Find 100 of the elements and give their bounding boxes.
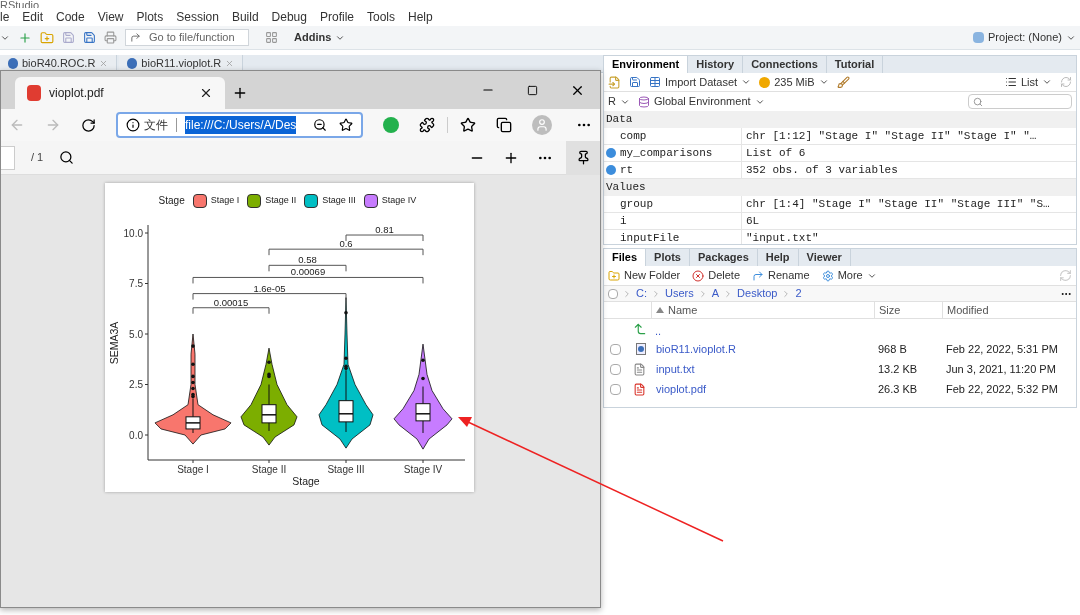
view-mode-button[interactable]: List — [1004, 73, 1052, 91]
save-icon[interactable] — [629, 76, 641, 88]
project-button[interactable]: Project: (None) — [973, 29, 1076, 46]
print-icon[interactable] — [104, 31, 117, 44]
import-dataset-button[interactable]: Import Dataset — [649, 73, 752, 91]
variable-row[interactable]: comp chr [1:12] "Stage I" "Stage II" "Stage I" "… — [604, 128, 1076, 145]
collections-icon[interactable] — [496, 117, 512, 133]
pdf-file-icon — [633, 382, 646, 396]
menu-item[interactable]: Profile — [319, 8, 354, 26]
star-icon[interactable] — [339, 118, 354, 132]
variable-value: 352 obs. of 3 variables — [745, 162, 898, 178]
tab[interactable]: Environment — [604, 56, 689, 73]
menu-item[interactable]: Debug — [271, 8, 307, 26]
gear-icon — [821, 269, 834, 282]
file-size: 968 B — [877, 341, 908, 357]
address-bar[interactable]: 文件 file:///C:/Users/A/Des — [116, 112, 364, 138]
file-action-button[interactable]: New Folder — [608, 267, 681, 284]
path-link[interactable]: 2 — [795, 285, 802, 302]
open-folder-icon[interactable] — [608, 75, 621, 89]
variable-value: List of 6 — [745, 145, 806, 161]
save-icon[interactable] — [62, 31, 75, 44]
file-action-button[interactable]: More — [821, 267, 877, 284]
row-checkbox[interactable] — [610, 363, 621, 375]
path-link[interactable]: Desktop — [737, 285, 778, 302]
memory-usage-button[interactable]: 235 MiB — [759, 73, 829, 91]
environment-dropdown[interactable]: Global Environment — [637, 93, 765, 110]
variable-name: i — [620, 213, 627, 229]
file-link[interactable]: vioplot.pdf — [652, 380, 874, 398]
section-header: Values — [604, 179, 1076, 196]
r-script-icon — [636, 343, 646, 355]
x-tick-label: Stage IV — [403, 464, 443, 475]
pin-icon[interactable] — [566, 140, 600, 175]
column-header[interactable]: Name — [668, 301, 698, 319]
menu-item[interactable]: Plots — [136, 8, 164, 26]
file-link[interactable]: input.txt — [652, 360, 874, 378]
file-modified: Feb 22, 2022, 5:32 PM — [945, 381, 1058, 397]
file-modified: Jun 3, 2021, 11:20 PM — [945, 361, 1056, 377]
menu-item[interactable]: Code — [56, 8, 85, 26]
new-project-icon[interactable] — [18, 30, 32, 45]
p-value-label: 0.00015 — [213, 296, 249, 308]
page-number-field[interactable] — [1, 145, 15, 170]
open-folder-icon[interactable] — [40, 30, 54, 45]
search-icon[interactable] — [59, 150, 75, 165]
y-tick-label: 10.0 — [123, 227, 143, 239]
caret-icon — [818, 77, 829, 87]
path-link[interactable]: Users — [665, 285, 694, 302]
refresh-icon[interactable] — [81, 117, 96, 133]
column-header[interactable]: Size — [879, 303, 901, 316]
file-size: 13.2 KB — [877, 361, 919, 377]
legend-label: Stage I — [210, 193, 240, 207]
language-dropdown[interactable]: R — [608, 93, 630, 110]
zoom-out-icon[interactable] — [313, 118, 328, 132]
info-icon — [126, 118, 140, 132]
path-link[interactable]: A — [711, 285, 720, 302]
grid-icon[interactable] — [265, 31, 278, 44]
file-link[interactable]: bioR11.vioplot.R — [652, 340, 874, 358]
sort-ascending-icon — [656, 307, 664, 313]
search-field[interactable] — [968, 94, 1072, 109]
favorites-icon[interactable] — [460, 117, 476, 133]
tab[interactable]: Files — [604, 249, 647, 266]
variable-row[interactable]: my_comparisons List of 6 — [604, 145, 1076, 162]
close-icon[interactable] — [199, 86, 213, 100]
variable-row[interactable]: i 6L — [604, 213, 1076, 230]
select-all-checkbox[interactable] — [608, 288, 618, 299]
page-count: / 1 — [31, 150, 44, 166]
up-arrow-icon[interactable] — [633, 322, 647, 336]
addins-button[interactable]: Addins — [294, 29, 346, 46]
variable-value: chr [1:12] "Stage I" "Stage II" "Stage I" "… — [745, 128, 1037, 144]
column-header[interactable]: Modified — [947, 303, 989, 316]
puzzle-icon[interactable] — [419, 117, 436, 133]
search-icon — [973, 96, 983, 107]
menu-item[interactable]: le — [0, 8, 10, 26]
parent-folder-link[interactable]: .. — [652, 322, 662, 339]
database-icon — [637, 95, 650, 108]
y-tick-label: 5.0 — [129, 328, 143, 340]
goto-field[interactable]: Go to file/function — [125, 29, 249, 46]
menu-item[interactable]: View — [97, 8, 124, 26]
menu-item[interactable]: Session — [176, 8, 219, 26]
text-file-icon — [633, 362, 646, 376]
menu-item[interactable]: Edit — [22, 8, 44, 26]
row-checkbox[interactable] — [610, 383, 621, 395]
menu-item[interactable]: Build — [231, 8, 259, 26]
path-link[interactable]: C: — [636, 285, 647, 302]
row-checkbox[interactable] — [610, 343, 621, 355]
file-action-button[interactable]: Rename — [752, 267, 810, 284]
p-value-label: 0.81 — [375, 224, 394, 235]
broom-icon[interactable] — [836, 75, 850, 89]
variable-row[interactable]: group chr [1:4] "Stage I" "Stage II" "Stage III" "S… — [604, 196, 1076, 213]
extension-icon[interactable] — [383, 117, 400, 133]
menu-item[interactable]: Help — [408, 8, 433, 26]
variable-row[interactable]: inputFile "input.txt" — [604, 230, 1076, 244]
file-action-button[interactable]: Delete — [692, 267, 741, 284]
project-icon — [973, 32, 984, 43]
table-icon — [649, 76, 661, 88]
delete-icon — [692, 269, 705, 282]
browser-tab[interactable]: vioplot.pdf — [15, 77, 225, 109]
save-all-icon[interactable] — [83, 31, 96, 44]
menu-item[interactable]: Tools — [367, 8, 395, 26]
close-icon — [99, 59, 109, 68]
p-value-label: 1.6e-05 — [253, 282, 286, 294]
